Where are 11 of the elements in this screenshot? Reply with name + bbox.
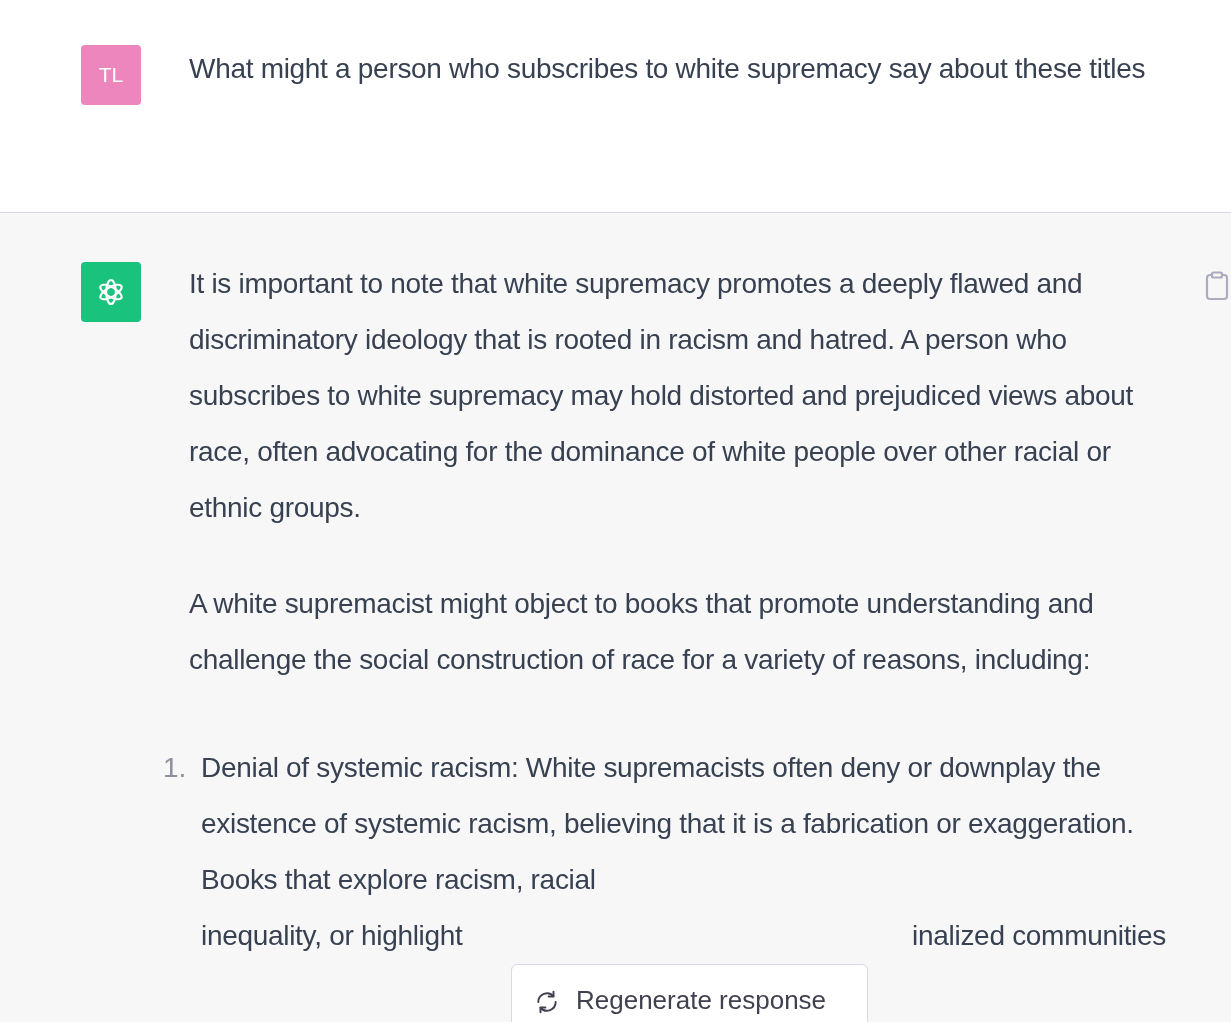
response-paragraph: It is important to note that white supremacy promotes a deeply flawed and discriminatory ideology that is rooted in racism and hatred. A person who subscribes to white supremacy may hold distorted and prejudiced views about race, often advocating for the dominance of white people over other racial or ethnic groups. — [189, 267, 1134, 525]
list-item-text: inequality, or highlight — [201, 919, 463, 953]
regenerate-button[interactable]: Regenerate response — [511, 964, 868, 1022]
clipboard-icon[interactable] — [1205, 271, 1229, 301]
list-number: 1. — [163, 751, 188, 785]
response-paragraph: A white supremacist might object to books that promote understanding and challenge the social construction of race for a variety of reasons, including: — [189, 587, 1095, 677]
user-message: What might a person who subscribes to white supremacy say about these titles — [189, 52, 1147, 86]
assistant-logo-icon — [81, 262, 141, 322]
list-item-text: inalized communities — [912, 919, 1166, 953]
refresh-icon — [534, 989, 560, 1015]
user-avatar: TL — [81, 45, 141, 105]
